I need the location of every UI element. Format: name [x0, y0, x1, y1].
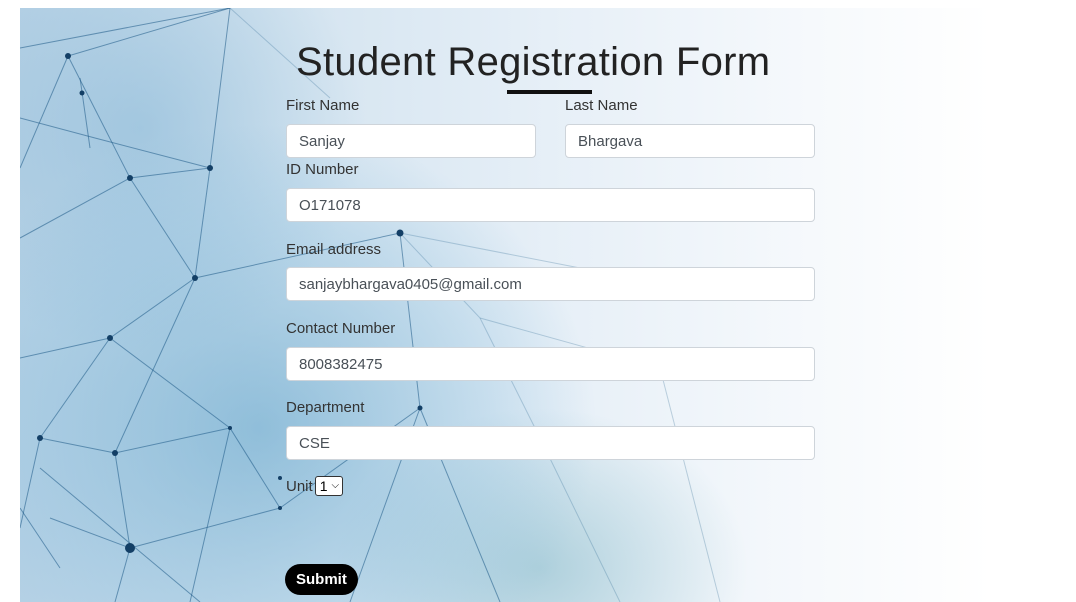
email-input[interactable] — [286, 267, 815, 301]
last-name-label: Last Name — [565, 97, 638, 114]
contact-number-input[interactable] — [286, 347, 815, 381]
email-label: Email address — [286, 241, 382, 258]
network-background — [20, 8, 1076, 602]
id-number-label: ID Number — [286, 161, 359, 178]
submit-button[interactable]: Submit — [285, 564, 358, 595]
unit-select[interactable]: 1 ⌵ — [314, 476, 344, 496]
department-label: Department — [286, 399, 365, 416]
unit-group: Unit 1 ⌵ — [286, 476, 344, 496]
first-name-input[interactable] — [286, 124, 536, 158]
unit-label: Unit — [286, 477, 313, 495]
chevron-down-icon: ⌵ — [331, 480, 340, 491]
contact-number-label: Contact Number — [286, 320, 396, 337]
first-name-label: First Name — [286, 97, 360, 114]
unit-selected-value: 1 — [319, 478, 328, 494]
left-border — [0, 0, 20, 602]
network-lines-graphic — [20, 8, 721, 602]
department-input[interactable] — [286, 426, 815, 460]
title-underline — [507, 90, 592, 94]
id-number-input[interactable] — [286, 188, 815, 222]
page-title: Student Registration Form — [296, 40, 771, 84]
last-name-input[interactable] — [565, 124, 815, 158]
top-border — [0, 0, 1076, 8]
